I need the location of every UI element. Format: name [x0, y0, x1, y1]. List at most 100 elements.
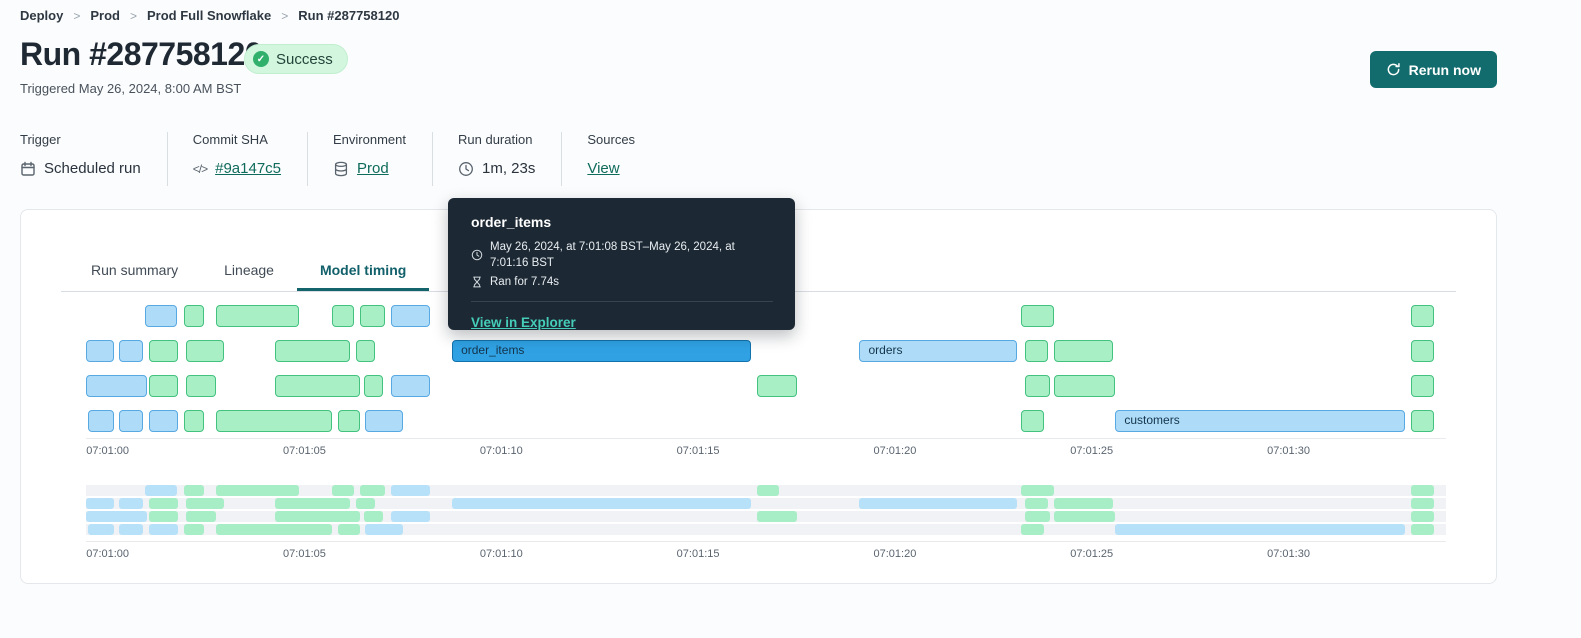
gantt-bar-orders[interactable]: orders: [859, 340, 1017, 362]
rerun-now-button[interactable]: Rerun now: [1369, 51, 1497, 88]
gantt-bar[interactable]: [148, 410, 179, 432]
tab-lineage[interactable]: Lineage: [201, 250, 297, 291]
gantt-bar[interactable]: [1054, 375, 1116, 397]
gantt-bar[interactable]: [87, 410, 114, 432]
gantt-bar: [1410, 485, 1435, 496]
gantt-bar: [337, 524, 360, 535]
gantt-bar[interactable]: [184, 410, 205, 432]
gantt-bar[interactable]: [359, 305, 386, 327]
commit-sha-link[interactable]: #9a147c5: [215, 160, 281, 177]
gantt-bar[interactable]: [757, 375, 797, 397]
gantt-bar-customers: [1115, 524, 1405, 535]
meta-commit-sha: Commit SHA </> #9a147c5: [192, 132, 309, 186]
breadcrumb-deploy[interactable]: Deploy: [20, 8, 63, 23]
gantt-bar[interactable]: [148, 375, 179, 397]
gantt-row: customers: [86, 410, 1446, 432]
gantt-bar[interactable]: [1410, 410, 1435, 432]
gantt-bar[interactable]: [274, 375, 360, 397]
clock-icon: [471, 249, 483, 261]
gantt-bar[interactable]: [1054, 340, 1114, 362]
gantt-bar[interactable]: [86, 340, 114, 362]
gantt-bar[interactable]: [391, 375, 431, 397]
axis-tick-label: 07:01:25: [1070, 445, 1114, 457]
breadcrumb-separator: >: [281, 8, 289, 23]
code-icon: </>: [192, 161, 208, 176]
meta-label: Commit SHA: [192, 132, 268, 147]
gantt-bar: [359, 485, 386, 496]
gantt-bar[interactable]: [1024, 375, 1051, 397]
gantt-bar[interactable]: [145, 305, 177, 327]
axis-tick-label: 07:01:30: [1267, 548, 1310, 560]
gantt-bar[interactable]: [391, 305, 431, 327]
gantt-bar[interactable]: [363, 375, 384, 397]
gantt-bar: [1024, 511, 1051, 522]
meta-environment: Environment Prod: [333, 132, 433, 186]
axis-tick-label: 07:01:15: [676, 548, 720, 560]
page-title: Run #287758120: [20, 36, 263, 72]
gantt-bar[interactable]: [215, 410, 332, 432]
gantt-bar[interactable]: [119, 410, 144, 432]
gantt-bar: [1410, 511, 1435, 522]
gantt-bar: [1410, 498, 1435, 509]
gantt-bar: [365, 524, 403, 535]
gantt-bar-customers[interactable]: customers: [1115, 410, 1405, 432]
gantt-bar[interactable]: [119, 340, 144, 362]
timeline-minimap[interactable]: [86, 485, 1446, 537]
axis-tick-label: 07:01:05: [283, 445, 326, 457]
gantt-bar: [391, 485, 431, 496]
gantt-bar[interactable]: [1410, 375, 1435, 397]
gantt-bar: [186, 498, 224, 509]
gantt-bar[interactable]: [274, 340, 350, 362]
gantt-bar: [86, 498, 114, 509]
minimap-row: [86, 524, 1446, 535]
breadcrumb-separator: >: [129, 8, 137, 23]
breadcrumb: Deploy > Prod > Prod Full Snowflake > Ru…: [20, 8, 399, 23]
gantt-bar[interactable]: [1410, 340, 1435, 362]
gantt-bar[interactable]: [1020, 410, 1045, 432]
gantt-bar: [391, 511, 431, 522]
tab-run-summary[interactable]: Run summary: [68, 250, 201, 291]
gantt-bar[interactable]: [184, 305, 205, 327]
gantt-bar: [148, 498, 179, 509]
gantt-bar[interactable]: [86, 375, 147, 397]
gantt-bar: [148, 511, 179, 522]
meta-label: Sources: [587, 132, 636, 147]
meta-label: Trigger: [20, 132, 61, 147]
gantt-bar-order_items[interactable]: order_items: [452, 340, 752, 362]
tooltip-model-name: order_items: [471, 214, 552, 230]
gantt-bar: [1054, 511, 1116, 522]
duration-value: 1m, 23s: [482, 160, 536, 177]
gantt-bar: [148, 524, 179, 535]
gantt-bar: [215, 485, 299, 496]
gantt-bar: [1024, 498, 1049, 509]
sources-view-link[interactable]: View: [587, 160, 619, 177]
success-check-icon: ✓: [253, 51, 269, 67]
axis-tick-label: 07:01:30: [1267, 445, 1310, 457]
tab-model-timing[interactable]: Model timing: [296, 250, 430, 291]
gantt-bar-orders: [859, 498, 1017, 509]
gantt-bar: [757, 511, 797, 522]
gantt-bar[interactable]: [1020, 305, 1055, 327]
gantt-bar[interactable]: [365, 410, 403, 432]
breadcrumb-run: Run #287758120: [298, 8, 400, 23]
view-in-explorer-link[interactable]: View in Explorer: [471, 315, 576, 330]
gantt-bar[interactable]: [337, 410, 360, 432]
environment-link[interactable]: Prod: [357, 160, 389, 177]
gantt-bar[interactable]: [186, 375, 216, 397]
gantt-bar[interactable]: [1024, 340, 1049, 362]
breadcrumb-prod[interactable]: Prod: [90, 8, 120, 23]
gantt-bar: [757, 485, 779, 496]
model-tooltip: order_items May 26, 2024, at 7:01:08 BST…: [448, 198, 795, 330]
breadcrumb-separator: >: [73, 8, 81, 23]
gantt-bar[interactable]: [148, 340, 179, 362]
run-meta-row: Trigger Scheduled run Commit SHA </> #9a…: [20, 132, 686, 186]
gantt-bar[interactable]: [332, 305, 354, 327]
gantt-bar[interactable]: [186, 340, 224, 362]
axis-tick-label: 07:01:05: [283, 548, 326, 560]
gantt-bar[interactable]: [215, 305, 299, 327]
gantt-bar[interactable]: [1410, 305, 1435, 327]
gantt-bar[interactable]: [355, 340, 376, 362]
axis-tick-label: 07:01:20: [873, 548, 917, 560]
tooltip-duration: Ran for 7.74s: [490, 276, 560, 288]
breadcrumb-job[interactable]: Prod Full Snowflake: [147, 8, 271, 23]
